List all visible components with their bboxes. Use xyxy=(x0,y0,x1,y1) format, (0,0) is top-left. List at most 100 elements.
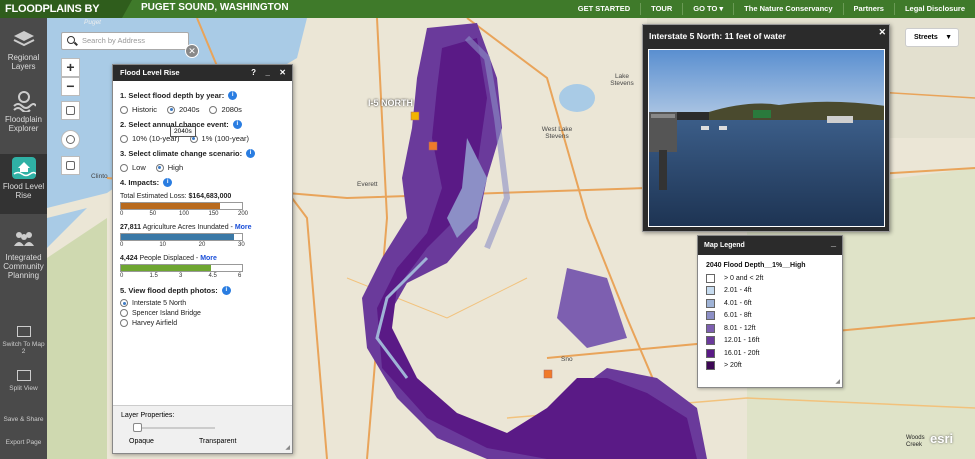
legend-swatch xyxy=(706,273,715,283)
info-icon[interactable]: i xyxy=(232,120,242,129)
loss-label-text: Total Estimated Loss: xyxy=(120,193,187,200)
info-icon[interactable]: i xyxy=(246,149,256,158)
map-2-icon xyxy=(16,326,31,337)
question-scenario: 3. Select climate change scenario: i xyxy=(120,149,286,158)
info-icon[interactable]: i xyxy=(163,178,173,187)
west-lake-stevens-map-label: West Lake Stevens xyxy=(541,126,573,140)
layers-icon xyxy=(13,31,34,47)
tick-label: 50 xyxy=(149,211,157,217)
brand-logo[interactable]: FLOODPLAINS BY DESIGN xyxy=(0,0,132,33)
opacity-slider[interactable] xyxy=(133,423,215,432)
ag-more-link[interactable]: More xyxy=(235,224,252,231)
resize-handle-icon[interactable]: ◢ xyxy=(835,378,840,385)
scenario-option-high[interactable]: High xyxy=(155,163,184,172)
tick-label: 3 xyxy=(179,273,183,279)
attribution-line-2: Creek xyxy=(906,442,923,448)
close-icon[interactable]: ✕ xyxy=(279,65,286,81)
year-option-2080s[interactable]: 2080s xyxy=(209,105,242,114)
scenario-option-low[interactable]: Low xyxy=(120,163,146,172)
legend-label: 12.01 - 16ft xyxy=(724,337,760,345)
legend-swatch xyxy=(706,311,715,321)
nav-go-to[interactable]: GO TO ▾ xyxy=(682,3,733,15)
search-input[interactable]: Search by Address xyxy=(61,32,189,50)
sidebar-label: Regional Layers xyxy=(7,53,40,71)
info-icon[interactable]: i xyxy=(221,286,231,295)
people-more-link[interactable]: More xyxy=(200,255,217,262)
split-view-icon xyxy=(16,370,31,381)
photo-option-interstate-5[interactable]: Interstate 5 North xyxy=(120,299,286,307)
ag-value: 27,811 xyxy=(120,224,142,231)
opacity-slider-handle[interactable] xyxy=(133,423,142,432)
zoom-in-button[interactable]: + xyxy=(61,58,80,77)
people-bar xyxy=(120,264,243,272)
legend-swatch xyxy=(706,298,715,308)
measure-tool-button[interactable] xyxy=(61,101,80,120)
tick-label: 100 xyxy=(179,211,190,217)
save-share-button[interactable]: Save & Share xyxy=(0,416,47,423)
search-icon xyxy=(67,36,75,44)
tick-label: 4.5 xyxy=(208,273,217,279)
search-clear-button[interactable]: ✕ xyxy=(185,44,199,58)
loss-bar-fill xyxy=(121,203,221,209)
opaque-label: Opaque xyxy=(129,438,154,445)
question-photos-label: 5. View flood depth photos: xyxy=(120,286,218,295)
nav-partners[interactable]: Partners xyxy=(842,3,894,15)
split-view-button[interactable]: Split View xyxy=(0,370,47,392)
year-tooltip: 2040s xyxy=(170,126,196,137)
nav-tour[interactable]: TOUR xyxy=(640,3,682,15)
legend-header: Map Legend _ xyxy=(698,236,842,255)
clinton-map-label: Clinto xyxy=(91,173,108,180)
sidebar-item-floodplain-explorer[interactable]: Floodplain Explorer xyxy=(0,90,47,133)
year-option-historic[interactable]: Historic xyxy=(120,105,157,114)
sidebar-item-integrated-community-planning[interactable]: Integrated Community Planning xyxy=(0,228,47,280)
photo-option-spencer-island[interactable]: Spencer Island Bridge xyxy=(120,309,286,317)
nav-nature-conservancy[interactable]: The Nature Conservancy xyxy=(733,3,842,15)
info-icon[interactable]: i xyxy=(228,91,238,100)
legend-swatch xyxy=(706,361,715,371)
people-icon xyxy=(13,232,34,246)
layer-properties-label: Layer Properties: xyxy=(121,412,175,419)
year-option-2040s[interactable]: 2040s xyxy=(167,105,199,114)
legend-row: 6.01 - 8ft xyxy=(706,310,842,323)
photo-option-harvey-airfield[interactable]: Harvey Airfield xyxy=(120,319,286,327)
legend-toggle-button[interactable] xyxy=(61,156,80,175)
sidebar-item-regional-layers[interactable]: Regional Layers xyxy=(0,28,47,71)
legend-row: 2.01 - 4ft xyxy=(706,285,842,298)
nav-legal-disclosure[interactable]: Legal Disclosure xyxy=(893,3,975,15)
snohomish-map-label: Sno xyxy=(561,356,573,363)
panel-header: Flood Level Rise ? _ ✕ xyxy=(113,65,292,81)
zoom-out-button[interactable]: − xyxy=(61,77,80,96)
option-label: High xyxy=(167,163,184,172)
esri-logo: esri xyxy=(930,431,954,446)
minimize-icon[interactable]: _ xyxy=(831,234,836,253)
basemap-selector[interactable]: Streets ▼ xyxy=(905,28,959,47)
switch-to-map-2-button[interactable]: Switch To Map 2 xyxy=(0,326,47,355)
locate-button[interactable] xyxy=(61,130,80,149)
help-icon[interactable]: ? xyxy=(251,65,256,81)
top-bar: FLOODPLAINS BY DESIGN PUGET SOUND, WASHI… xyxy=(0,0,975,33)
radio-icon xyxy=(120,309,128,317)
tick-label: 0 xyxy=(120,242,124,248)
loss-label: Total Estimated Loss: $164,683,000 xyxy=(120,193,286,200)
legend-label: > 20ft xyxy=(724,362,742,370)
lake-stevens-map-label: Lake Stevens xyxy=(610,73,634,87)
ag-bar xyxy=(120,233,243,241)
event-option-1pct[interactable]: 1% (100-year) xyxy=(189,134,250,143)
nav-get-started[interactable]: GET STARTED xyxy=(568,3,640,15)
floodplain-icon xyxy=(12,91,36,112)
ruler-icon xyxy=(66,106,75,115)
option-label: Historic xyxy=(132,105,158,114)
legend-swatch xyxy=(706,286,715,296)
option-label: 1% (100-year) xyxy=(201,134,250,143)
close-icon[interactable]: ✕ xyxy=(878,21,886,43)
sidebar-item-flood-level-rise[interactable]: Flood Level Rise xyxy=(0,154,47,214)
resize-handle-icon[interactable]: ◢ xyxy=(285,444,290,451)
tick-label: 0 xyxy=(120,211,124,217)
split-view-label: Split View xyxy=(9,385,38,392)
legend-label: 16.01 - 20ft xyxy=(724,349,760,357)
question-event: 2. Select annual chance event: i xyxy=(120,120,286,129)
transparent-label: Transparent xyxy=(199,438,237,445)
export-page-button[interactable]: Export Page xyxy=(0,439,47,446)
minimize-icon[interactable]: _ xyxy=(266,65,270,81)
ag-label: 27,811 Agriculture Acres Inundated - Mor… xyxy=(120,224,286,231)
